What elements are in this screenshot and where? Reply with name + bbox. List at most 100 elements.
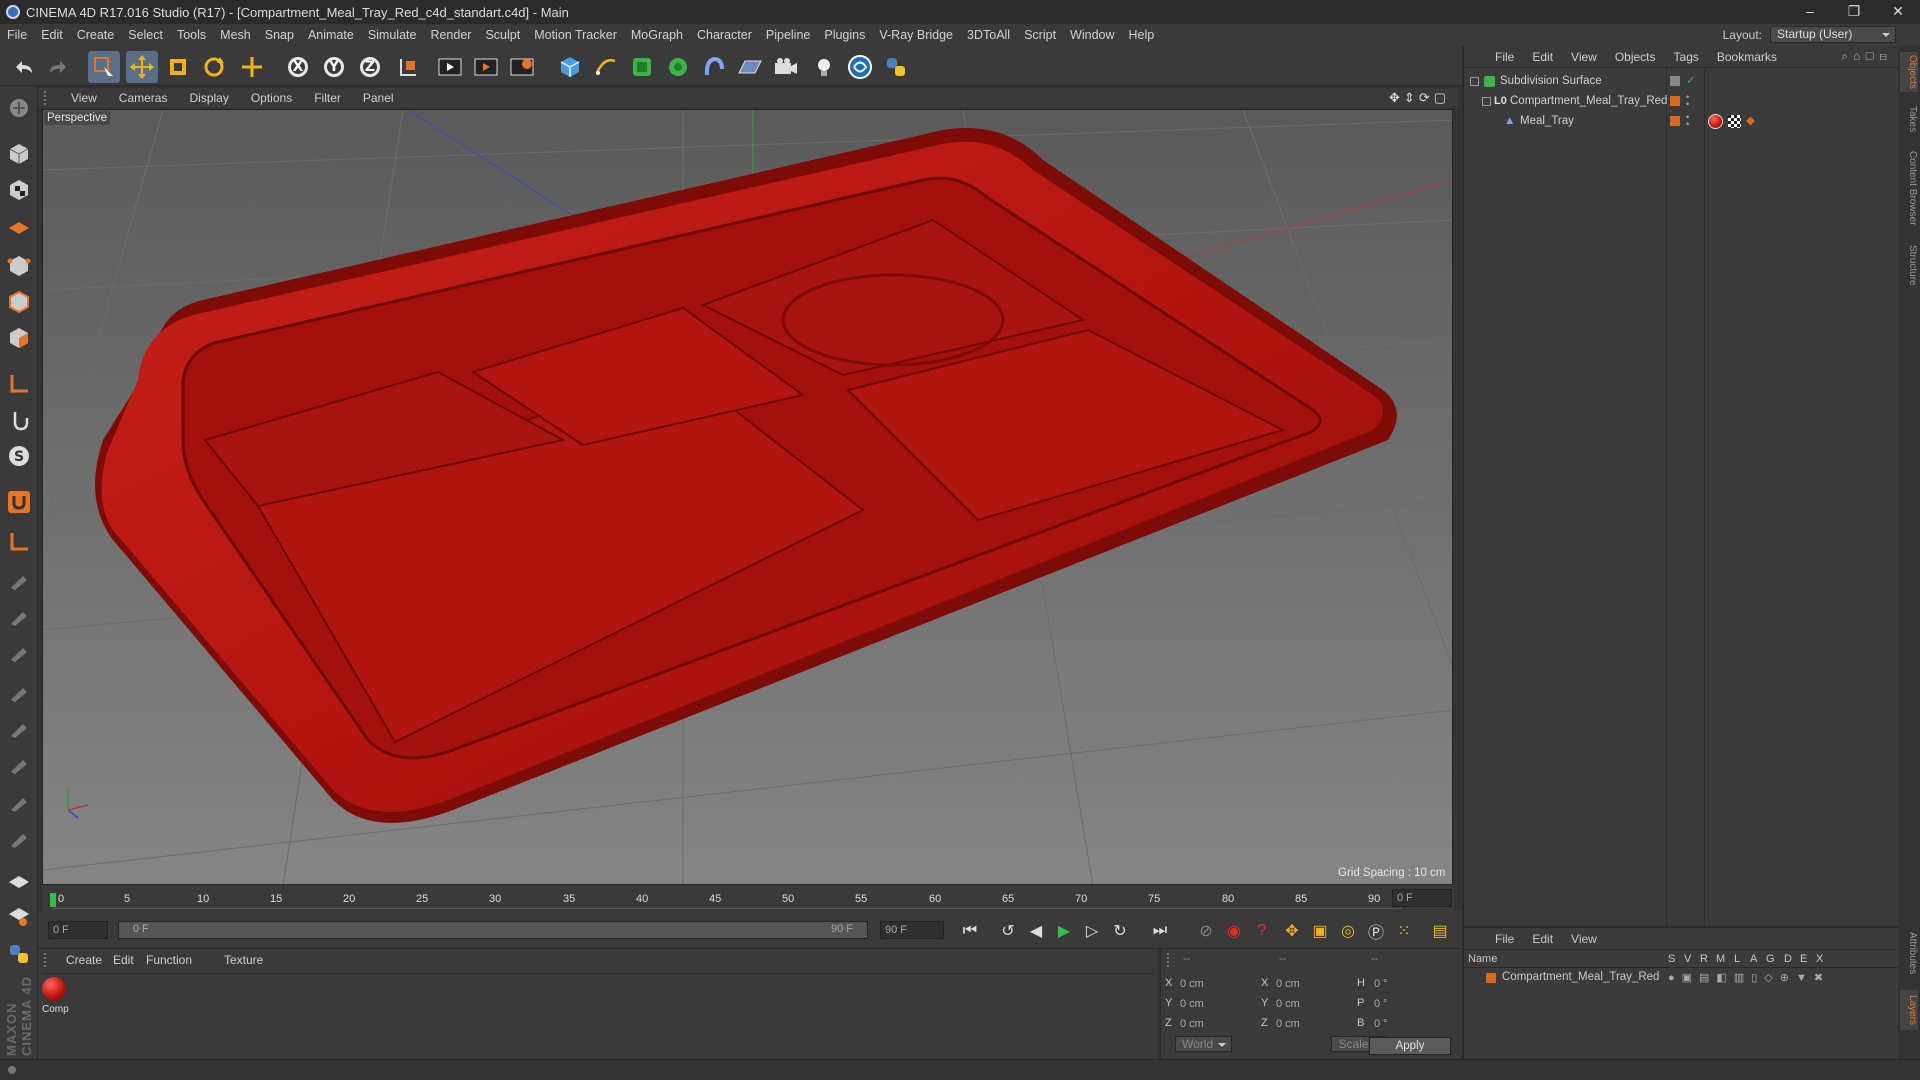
menu-simulate[interactable]: Simulate <box>361 28 424 42</box>
previous-frame-icon[interactable]: ◀ <box>1024 919 1048 943</box>
uvw-tag-icon[interactable] <box>1728 115 1741 128</box>
menu-window[interactable]: Window <box>1063 28 1121 42</box>
menu-snap[interactable]: Snap <box>258 28 301 42</box>
play-icon[interactable]: ▶ <box>1052 919 1076 943</box>
menu-edit[interactable]: Edit <box>34 28 70 42</box>
viewport-navigation-icons[interactable]: ✥⇕⟳▢ <box>1389 90 1450 106</box>
workplane-lock-icon[interactable] <box>3 900 35 932</box>
deformer-icon[interactable] <box>698 51 730 83</box>
pos-z-field[interactable]: 0 cm <box>1175 1015 1257 1033</box>
menu-tools[interactable]: Tools <box>170 28 213 42</box>
object-menu-tags[interactable]: Tags <box>1665 50 1708 64</box>
size-x-field[interactable]: 0 cm <box>1271 975 1353 993</box>
move-icon[interactable] <box>126 51 158 83</box>
brush-tool-8-icon[interactable] <box>3 822 35 854</box>
texture-mode-icon[interactable] <box>3 174 35 206</box>
side-tab-content-browser[interactable]: Content Browser <box>1900 146 1918 230</box>
brush-tool-4-icon[interactable] <box>3 676 35 708</box>
enabled-check-icon[interactable]: ✓ <box>1686 72 1696 91</box>
pos-y-field[interactable]: 0 cm <box>1175 995 1257 1013</box>
visibility-dots-icon[interactable]: • • <box>1686 113 1689 129</box>
3d-viewport[interactable] <box>42 109 1453 885</box>
viewport-menu-options[interactable]: Options <box>240 91 303 105</box>
preview-range-slider[interactable]: 0 F 90 F <box>118 921 868 939</box>
camera-icon[interactable] <box>770 51 802 83</box>
apply-button[interactable]: Apply <box>1369 1037 1451 1055</box>
edges-mode-icon[interactable] <box>3 286 35 318</box>
viewport-menu-cameras[interactable]: Cameras <box>108 91 179 105</box>
menu-script[interactable]: Script <box>1017 28 1063 42</box>
z-axis-lock-button[interactable]: Z <box>354 51 386 83</box>
object-manager-tools-icons[interactable]: ⌕⌂▢⊟ <box>1841 49 1892 64</box>
phong-tag-icon[interactable]: ◆ <box>1746 112 1755 131</box>
record-pla-icon[interactable]: ⁙ <box>1392 919 1416 943</box>
object-row-subdivision-surface[interactable]: Subdivision Surface ✓ <box>1464 72 1898 91</box>
menu-motion-tracker[interactable]: Motion Tracker <box>527 28 624 42</box>
grid-lock-icon[interactable] <box>3 864 35 896</box>
floor-icon[interactable] <box>734 51 766 83</box>
side-tab-objects[interactable]: Objects <box>1900 52 1918 92</box>
go-to-end-icon[interactable]: ⏭ <box>1148 919 1172 943</box>
side-tab-attributes[interactable]: Attributes <box>1900 926 1918 980</box>
menu-3dtoall[interactable]: 3DToAll <box>960 28 1017 42</box>
end-frame-field[interactable]: 90 F <box>880 921 944 939</box>
timeline-layout-icon[interactable]: ▤ <box>1428 919 1452 943</box>
go-to-start-icon[interactable]: ⏮ <box>958 919 982 943</box>
cloner-icon[interactable] <box>662 51 694 83</box>
object-menu-bookmarks[interactable]: Bookmarks <box>1708 50 1786 64</box>
timeline-playhead[interactable] <box>50 893 56 907</box>
redo-icon[interactable] <box>42 51 74 83</box>
render-view-icon[interactable] <box>434 51 466 83</box>
live-selection-icon[interactable] <box>88 51 120 83</box>
side-tab-structure[interactable]: Structure <box>1900 240 1918 290</box>
start-frame-field[interactable]: 0 F <box>48 921 108 939</box>
magnet-icon[interactable] <box>3 486 35 518</box>
rot-p-field[interactable]: 0 ° <box>1369 995 1451 1013</box>
object-row-meal-tray[interactable]: ▲ Meal_Tray • • ◆ <box>1464 112 1898 131</box>
object-name[interactable]: Subdivision Surface <box>1500 72 1602 91</box>
brush-tool-2-icon[interactable] <box>3 600 35 632</box>
minimize-button[interactable]: – <box>1788 0 1832 24</box>
brush-tool-7-icon[interactable] <box>3 786 35 818</box>
layer-flag-icons[interactable]: ●▣▤◧▥▯◇⊕▼✖ <box>1668 971 1830 984</box>
object-name[interactable]: Meal_Tray <box>1520 112 1574 131</box>
snap-icon[interactable]: S <box>3 440 35 472</box>
menu-character[interactable]: Character <box>690 28 759 42</box>
current-frame-field[interactable]: 0 F <box>1392 889 1452 907</box>
points-mode-icon[interactable] <box>3 250 35 282</box>
layer-color-swatch[interactable] <box>1670 116 1680 126</box>
viewport-menu-filter[interactable]: Filter <box>303 91 352 105</box>
y-axis-lock-button[interactable]: Y <box>318 51 350 83</box>
joint-tool-icon[interactable] <box>3 526 35 558</box>
spline-pen-icon[interactable] <box>590 51 622 83</box>
model-mode-icon[interactable] <box>3 138 35 170</box>
material-menu-create[interactable]: Create <box>66 953 102 967</box>
material-menu-texture[interactable]: Texture <box>224 953 263 967</box>
scale-icon[interactable] <box>162 51 194 83</box>
pos-x-field[interactable]: 0 cm <box>1175 975 1257 993</box>
workplane-icon[interactable] <box>3 210 35 242</box>
layer-menu-view[interactable]: View <box>1562 932 1606 946</box>
layer-row[interactable]: Compartment_Meal_Tray_Red ●▣▤◧▥▯◇⊕▼✖ <box>1464 970 1898 988</box>
brush-tool-3-icon[interactable] <box>3 636 35 668</box>
viewport-menu-display[interactable]: Display <box>178 91 239 105</box>
menu-mesh[interactable]: Mesh <box>213 28 258 42</box>
x-axis-lock-button[interactable]: X <box>282 51 314 83</box>
viewport-menu-panel[interactable]: Panel <box>352 91 405 105</box>
visibility-dots-icon[interactable]: • • <box>1686 93 1689 109</box>
brush-tool-6-icon[interactable] <box>3 748 35 780</box>
axis-mode-icon[interactable] <box>3 368 35 400</box>
next-frame-icon[interactable]: ▷ <box>1080 919 1104 943</box>
menu-animate[interactable]: Animate <box>301 28 361 42</box>
menu-file[interactable]: File <box>0 28 34 42</box>
rot-h-field[interactable]: 0 ° <box>1369 975 1451 993</box>
record-rotation-icon[interactable]: ◎ <box>1336 919 1360 943</box>
undo-icon[interactable] <box>8 51 40 83</box>
collapse-icon[interactable] <box>1482 97 1491 106</box>
layer-menu-edit[interactable]: Edit <box>1523 932 1562 946</box>
menu-render[interactable]: Render <box>423 28 478 42</box>
side-tab-takes[interactable]: Takes <box>1900 102 1918 136</box>
menu-create[interactable]: Create <box>70 28 122 42</box>
recent-tools-icon[interactable] <box>236 51 268 83</box>
brush-tool-1-icon[interactable] <box>3 564 35 596</box>
